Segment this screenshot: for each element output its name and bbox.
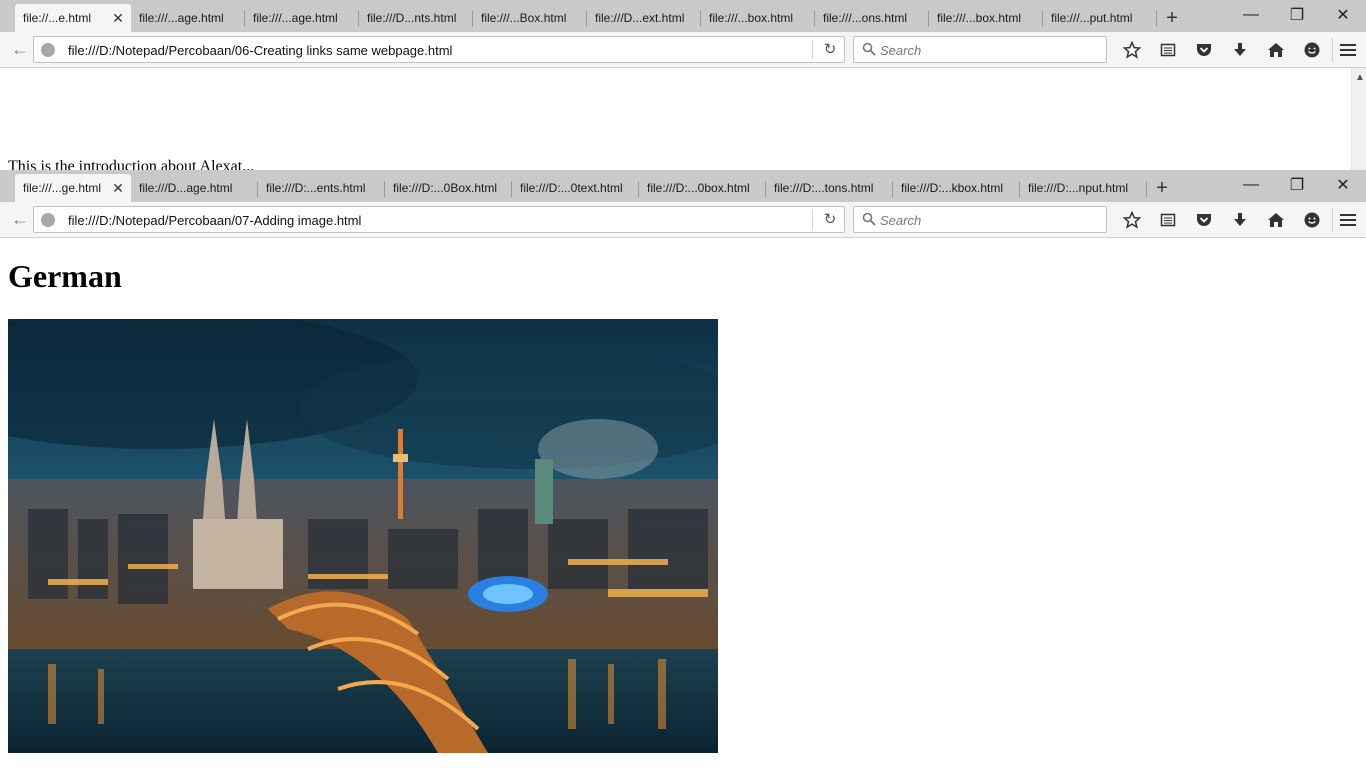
- home-icon[interactable]: [1258, 32, 1294, 68]
- tab-label: file:///...age.html: [139, 11, 224, 25]
- hello-chat-icon[interactable]: [1294, 202, 1330, 238]
- page-heading: German: [8, 258, 122, 294]
- window-controls: — ❐ ✕: [1228, 0, 1366, 32]
- search-input[interactable]: Search: [853, 206, 1107, 233]
- intro-paragraph: This is the introduction about Alexat...: [8, 158, 255, 170]
- tab-label: file:///...put.html: [1051, 11, 1133, 25]
- tab-strip: file://...e.html ✕ file:///...age.html f…: [0, 0, 1366, 32]
- toolbar-icons: [1114, 202, 1330, 238]
- vertical-scrollbar[interactable]: ▲: [1351, 68, 1366, 170]
- tab[interactable]: file:///...box.html: [701, 4, 815, 32]
- tab-label: file://...e.html: [23, 11, 92, 25]
- search-icon: [862, 42, 876, 56]
- browser-window-back: file://...e.html ✕ file:///...age.html f…: [0, 0, 1366, 170]
- hello-chat-icon[interactable]: [1294, 32, 1330, 68]
- restore-icon[interactable]: ❐: [1274, 170, 1320, 200]
- url-text[interactable]: file:///D:/Notepad/Percobaan/07-Adding i…: [68, 213, 361, 228]
- pocket-icon[interactable]: [1186, 202, 1222, 238]
- tab[interactable]: file:///D:...0Box.html: [385, 174, 512, 202]
- scroll-up-arrow-icon[interactable]: ▲: [1355, 72, 1365, 83]
- tab[interactable]: file:///D:...kbox.html: [893, 174, 1020, 202]
- tab-label: file:///D...ext.html: [595, 11, 685, 25]
- search-icon: [862, 212, 876, 226]
- close-tab-icon[interactable]: ✕: [111, 11, 125, 25]
- toolbar-icons: [1114, 32, 1330, 68]
- close-tab-icon[interactable]: ✕: [111, 181, 125, 195]
- hamburger-menu-icon[interactable]: [1332, 38, 1362, 62]
- minimize-icon[interactable]: —: [1228, 170, 1274, 200]
- tab[interactable]: file:///...ons.html: [815, 4, 929, 32]
- page-content: This is the introduction about Alexat...…: [0, 68, 1366, 170]
- tab-label: file:///D...age.html: [139, 181, 233, 195]
- search-input[interactable]: Search: [853, 36, 1107, 63]
- tab-label: file:///...box.html: [937, 11, 1022, 25]
- site-info-icon[interactable]: [41, 43, 55, 57]
- tab-label: file:///...age.html: [253, 11, 338, 25]
- close-window-icon[interactable]: ✕: [1320, 0, 1366, 30]
- tab-label: file:///...box.html: [709, 11, 794, 25]
- tab-active[interactable]: file:///...ge.html ✕: [15, 174, 131, 202]
- download-icon[interactable]: [1222, 202, 1258, 238]
- divider: [812, 40, 813, 59]
- site-info-icon[interactable]: [41, 213, 55, 227]
- download-icon[interactable]: [1222, 32, 1258, 68]
- tab[interactable]: file:///...box.html: [929, 4, 1043, 32]
- tab-label: file:///...ons.html: [823, 11, 908, 25]
- bookmark-star-icon[interactable]: [1114, 32, 1150, 68]
- pocket-icon[interactable]: [1186, 32, 1222, 68]
- tab[interactable]: file:///...Box.html: [473, 4, 587, 32]
- search-placeholder: Search: [880, 213, 922, 228]
- navigation-toolbar: ← file:///D:/Notepad/Percobaan/06-Creati…: [0, 32, 1366, 68]
- address-bar[interactable]: file:///D:/Notepad/Percobaan/06-Creating…: [33, 36, 845, 63]
- tab-label: file:///D:...ents.html: [266, 181, 366, 195]
- tab-label: file:///D:...0Box.html: [393, 181, 498, 195]
- page-content: German: [0, 238, 1366, 768]
- new-tab-button[interactable]: +: [1157, 4, 1187, 32]
- back-arrow-icon[interactable]: ←: [8, 37, 32, 61]
- divider: [812, 210, 813, 229]
- tab-strip: file:///...ge.html ✕ file:///D...age.htm…: [0, 170, 1366, 202]
- tab-label: file:///D:...kbox.html: [901, 181, 1004, 195]
- minimize-icon[interactable]: —: [1228, 0, 1274, 30]
- tab[interactable]: file:///D...age.html: [131, 174, 258, 202]
- tab-label: file:///D...nts.html: [367, 11, 457, 25]
- back-arrow-icon[interactable]: ←: [8, 207, 32, 231]
- reload-icon[interactable]: ↻: [820, 40, 840, 60]
- tab[interactable]: file:///D:...nput.html: [1020, 174, 1147, 202]
- new-tab-button[interactable]: +: [1147, 174, 1177, 202]
- tab[interactable]: file:///...age.html: [245, 4, 359, 32]
- tab-active[interactable]: file://...e.html ✕: [15, 4, 131, 32]
- tab-label: file:///D:...nput.html: [1028, 181, 1129, 195]
- tab[interactable]: file:///D:...0box.html: [639, 174, 766, 202]
- address-bar[interactable]: file:///D:/Notepad/Percobaan/07-Adding i…: [33, 206, 845, 233]
- reading-list-icon[interactable]: [1150, 202, 1186, 238]
- bookmark-star-icon[interactable]: [1114, 202, 1150, 238]
- close-window-icon[interactable]: ✕: [1320, 170, 1366, 200]
- city-night-image: [8, 319, 718, 753]
- tab[interactable]: file:///...put.html: [1043, 4, 1157, 32]
- url-text[interactable]: file:///D:/Notepad/Percobaan/06-Creating…: [68, 43, 452, 58]
- search-placeholder: Search: [880, 43, 922, 58]
- tab[interactable]: file:///D...ext.html: [587, 4, 701, 32]
- tab-label: file:///...ge.html: [23, 181, 102, 195]
- reading-list-icon[interactable]: [1150, 32, 1186, 68]
- home-icon[interactable]: [1258, 202, 1294, 238]
- reload-icon[interactable]: ↻: [820, 210, 840, 230]
- tab[interactable]: file:///D:...tons.html: [766, 174, 893, 202]
- tab[interactable]: file:///D:...ents.html: [258, 174, 385, 202]
- restore-icon[interactable]: ❐: [1274, 0, 1320, 30]
- browser-window-front: file:///...ge.html ✕ file:///D...age.htm…: [0, 170, 1366, 768]
- tab-label: file:///D:...0text.html: [520, 181, 623, 195]
- tab-label: file:///...Box.html: [481, 11, 567, 25]
- tab-label: file:///D:...tons.html: [774, 181, 874, 195]
- hamburger-menu-icon[interactable]: [1332, 208, 1362, 232]
- tab[interactable]: file:///D...nts.html: [359, 4, 473, 32]
- navigation-toolbar: ← file:///D:/Notepad/Percobaan/07-Adding…: [0, 202, 1366, 238]
- window-controls: — ❐ ✕: [1228, 170, 1366, 202]
- tab-label: file:///D:...0box.html: [647, 181, 750, 195]
- tab[interactable]: file:///...age.html: [131, 4, 245, 32]
- tab[interactable]: file:///D:...0text.html: [512, 174, 639, 202]
